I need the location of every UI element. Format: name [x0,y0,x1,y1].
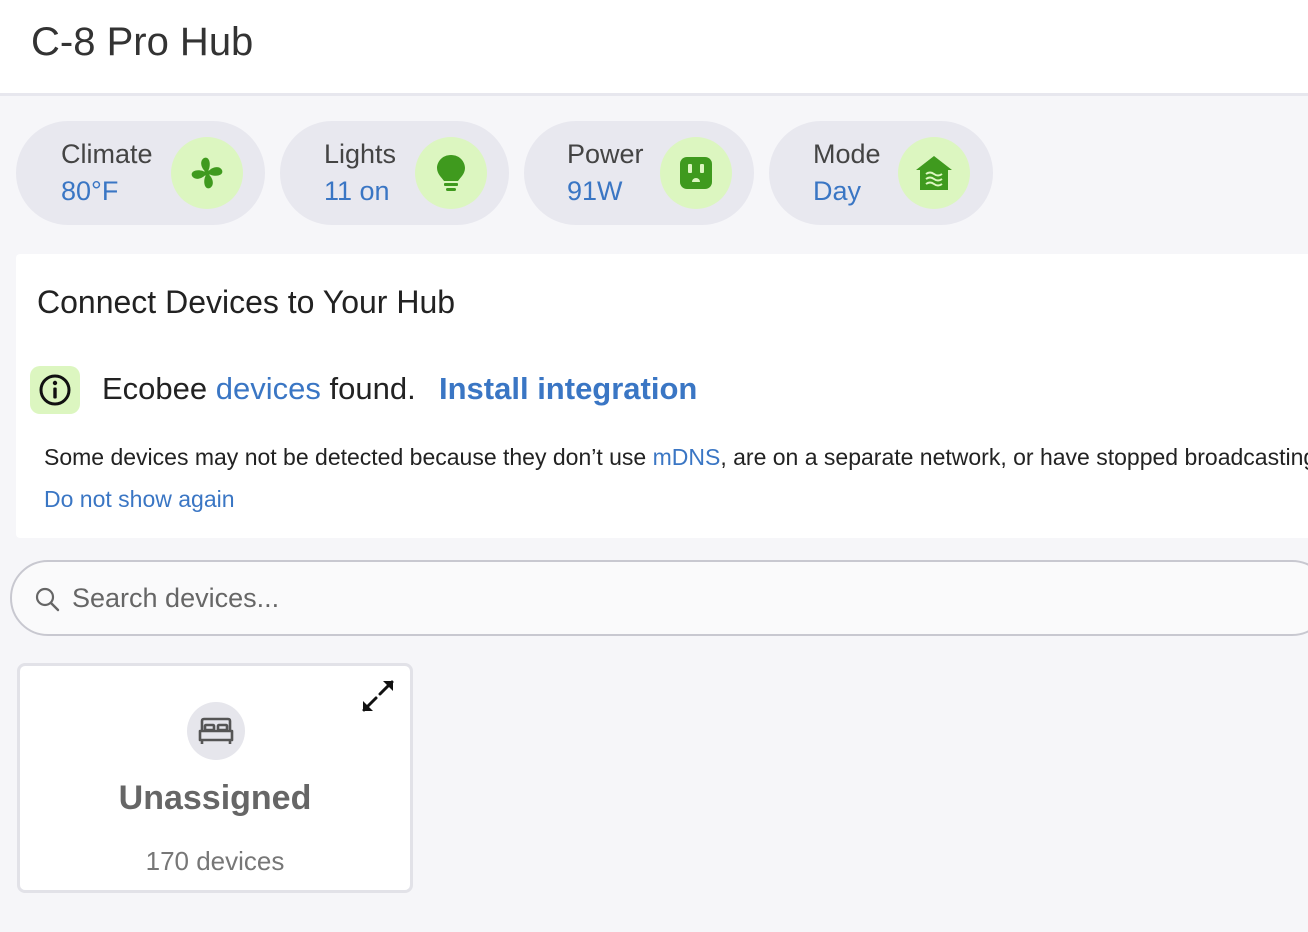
bed-icon [187,702,245,760]
summary-power-value: 91W [567,176,623,206]
mdns-link[interactable]: mDNS [653,444,721,470]
summary-lights[interactable]: Lights 11 on [280,121,509,225]
summary-lights-label: Lights [324,139,397,169]
discovery-brand: Ecobee [102,371,208,406]
connect-devices-card: Connect Devices to Your Hub Ecobee devic… [16,254,1308,538]
discovery-suffix: found. [329,371,416,406]
outlet-icon [660,137,732,209]
fan-icon [171,137,243,209]
room-card-unassigned[interactable]: Unassigned 170 devices [17,663,413,893]
info-icon [30,366,80,414]
lightbulb-icon [415,137,487,209]
search-bar[interactable] [10,560,1308,636]
summary-climate-label: Climate [61,139,153,169]
summary-power[interactable]: Power 91W [524,121,754,225]
install-integration-button[interactable]: Install integration [439,371,697,407]
search-input[interactable] [72,578,972,618]
summary-mode[interactable]: Mode Day [769,121,993,225]
page-title: C-8 Pro Hub [31,20,254,64]
detection-note: Some devices may not be detected because… [44,444,1308,471]
expand-icon[interactable] [360,678,396,719]
discovery-message: Ecobee devices found. [102,371,416,407]
top-bar: C-8 Pro Hub [0,0,1308,96]
room-device-count: 170 devices [145,846,285,876]
room-name: Unassigned [118,779,312,817]
summary-climate[interactable]: Climate 80°F [16,121,265,225]
summary-mode-value: Day [813,176,862,206]
search-icon [34,586,60,617]
detection-note-text: Some devices may not be detected because… [44,444,647,470]
detection-note-suffix: , are on a separate network, or have sto… [720,444,1308,470]
summary-climate-value: 80°F [61,176,119,206]
summary-power-label: Power [567,139,644,169]
summary-lights-value: 11 on [324,176,390,206]
summary-mode-label: Mode [813,139,881,169]
connect-devices-title: Connect Devices to Your Hub [37,284,456,320]
home-mode-icon [898,137,970,209]
do-not-show-again-link[interactable]: Do not show again [44,486,235,513]
devices-link[interactable]: devices [216,371,321,406]
